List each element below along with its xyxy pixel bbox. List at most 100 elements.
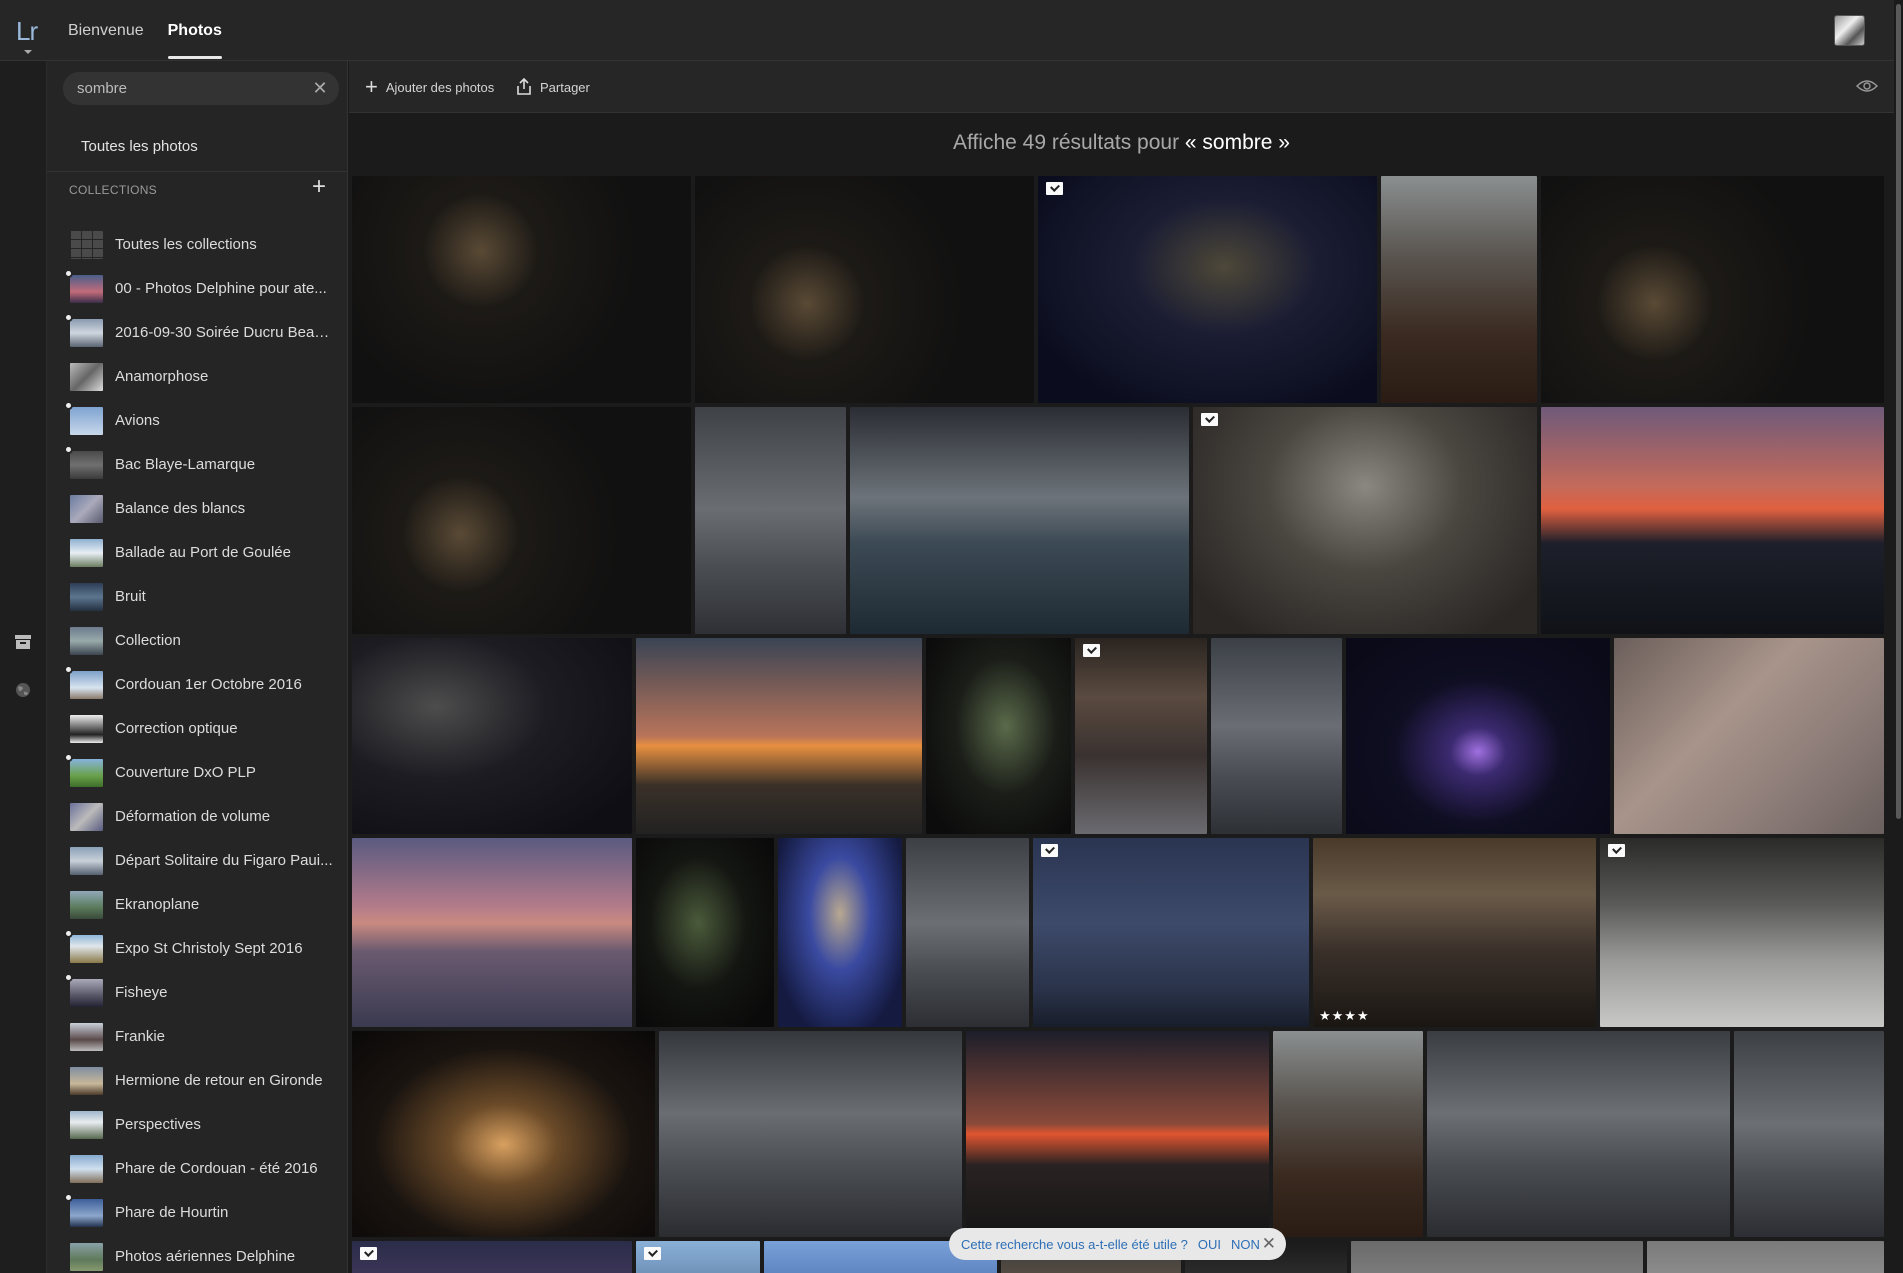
photo-chapel-window[interactable] bbox=[1075, 638, 1207, 834]
results-summary: Affiche 49 résultats pour « sombre » bbox=[349, 113, 1894, 176]
photo-castle-purple[interactable] bbox=[1346, 638, 1610, 834]
globe-icon[interactable] bbox=[14, 681, 32, 699]
pick-flag-icon[interactable] bbox=[360, 1247, 377, 1260]
photo-birthday-child[interactable] bbox=[352, 1031, 655, 1237]
photo-lighthouse-stairs[interactable] bbox=[1381, 176, 1537, 403]
close-icon[interactable]: ✕ bbox=[1262, 1234, 1276, 1254]
photo-city-sunset[interactable] bbox=[1541, 407, 1884, 634]
collection-item[interactable]: Bruit bbox=[47, 575, 347, 619]
pick-flag-icon[interactable] bbox=[1201, 413, 1218, 426]
collection-label: Toutes les collections bbox=[115, 236, 257, 253]
collection-item[interactable]: Déformation de volume bbox=[47, 795, 347, 839]
photo-table-candles[interactable] bbox=[1600, 838, 1884, 1027]
photo-stormy-sea[interactable] bbox=[850, 407, 1189, 634]
photo-cloudy-sky-2[interactable] bbox=[1211, 638, 1342, 834]
photo-lighthouse-lamp[interactable] bbox=[636, 638, 922, 834]
collection-thumbnail bbox=[70, 935, 103, 963]
photo-lighthouse-dusk[interactable] bbox=[1033, 838, 1309, 1027]
photo-cloudy-sky-1[interactable] bbox=[695, 407, 846, 634]
shared-badge-icon bbox=[64, 445, 73, 454]
collection-item[interactable]: Expo St Christoly Sept 2016 bbox=[47, 927, 347, 971]
archive-icon[interactable] bbox=[14, 633, 32, 651]
collection-label: Correction optique bbox=[115, 720, 238, 737]
collection-item[interactable]: Frankie bbox=[47, 1015, 347, 1059]
share-button[interactable]: Partager bbox=[516, 61, 590, 113]
nav-photos[interactable]: Photos bbox=[167, 0, 223, 61]
collection-item[interactable]: Couverture DxO PLP bbox=[47, 751, 347, 795]
feedback-yes-button[interactable]: OUI bbox=[1198, 1237, 1221, 1252]
collection-item[interactable]: 2016-09-30 Soirée Ducru Beau... bbox=[47, 311, 347, 355]
pick-flag-icon[interactable] bbox=[1046, 182, 1063, 195]
collection-item[interactable]: Perspectives bbox=[47, 1103, 347, 1147]
collection-item[interactable]: Cordouan 1er Octobre 2016 bbox=[47, 663, 347, 707]
pick-flag-icon[interactable] bbox=[644, 1247, 661, 1260]
collection-item[interactable]: Toutes les collections bbox=[47, 223, 347, 267]
photo-cloudy-sky-3[interactable] bbox=[906, 838, 1029, 1027]
collection-item[interactable]: Ballade au Port de Goulée bbox=[47, 531, 347, 575]
collection-label: Ballade au Port de Goulée bbox=[115, 544, 291, 561]
feedback-no-button[interactable]: NON bbox=[1231, 1237, 1260, 1252]
collection-thumbnail bbox=[70, 495, 103, 523]
collection-item[interactable]: Collection bbox=[47, 619, 347, 663]
clear-search-icon[interactable]: ✕ bbox=[311, 79, 329, 97]
photo-lighthouse-stairs-2[interactable] bbox=[1273, 1031, 1423, 1237]
photo-row6-6[interactable] bbox=[1351, 1241, 1643, 1273]
app-logo[interactable]: Lr bbox=[16, 16, 38, 47]
collection-label: Photos aériennes Delphine bbox=[115, 1248, 296, 1265]
user-avatar[interactable] bbox=[1834, 15, 1865, 46]
collection-item[interactable]: Anamorphose bbox=[47, 355, 347, 399]
photo-dark-room-3[interactable] bbox=[1541, 176, 1884, 403]
pick-flag-icon[interactable] bbox=[1083, 644, 1100, 657]
pick-flag-icon[interactable] bbox=[1041, 844, 1058, 857]
shared-badge-icon bbox=[64, 929, 73, 938]
photo-round-window[interactable] bbox=[1193, 407, 1537, 634]
search-input[interactable] bbox=[63, 72, 303, 105]
photo-cloudy-sky-6[interactable] bbox=[1734, 1031, 1884, 1237]
photo-dark-room-1[interactable] bbox=[352, 176, 691, 403]
photo-ekranoplane[interactable] bbox=[352, 638, 632, 834]
scrollbar-thumb[interactable] bbox=[1896, 4, 1901, 819]
collection-item[interactable]: 00 - Photos Delphine pour ate... bbox=[47, 267, 347, 311]
collection-item[interactable]: Fisheye bbox=[47, 971, 347, 1015]
nav-bienvenue[interactable]: Bienvenue bbox=[68, 0, 144, 61]
photo-dark-room-2[interactable] bbox=[695, 176, 1034, 403]
collection-item[interactable]: Photos aériennes Delphine bbox=[47, 1235, 347, 1273]
logo-menu-caret-icon[interactable] bbox=[24, 50, 32, 54]
pick-flag-icon[interactable] bbox=[1608, 844, 1625, 857]
photo-cloudy-sky-5[interactable] bbox=[1427, 1031, 1730, 1237]
photo-row6-2[interactable] bbox=[636, 1241, 760, 1273]
collection-item[interactable]: Hermione de retour en Gironde bbox=[47, 1059, 347, 1103]
photo-guitarist[interactable] bbox=[778, 838, 902, 1027]
results-query: « sombre » bbox=[1184, 131, 1290, 154]
collection-item[interactable]: Correction optique bbox=[47, 707, 347, 751]
photo-row6-7[interactable] bbox=[1647, 1241, 1884, 1273]
photo-cloudy-sky-4[interactable] bbox=[659, 1031, 962, 1237]
collection-thumbnail bbox=[70, 803, 103, 831]
collection-item[interactable]: Ekranoplane bbox=[47, 883, 347, 927]
add-collection-icon[interactable]: + bbox=[312, 175, 326, 199]
share-icon bbox=[517, 78, 531, 95]
collection-item[interactable]: Phare de Cordouan - été 2016 bbox=[47, 1147, 347, 1191]
collection-thumbnail bbox=[70, 627, 103, 655]
main-toolbar: + Ajouter des photos Partager bbox=[349, 61, 1894, 113]
collection-item[interactable]: Départ Solitaire du Figaro Paui... bbox=[47, 839, 347, 883]
photo-dark-room-4[interactable] bbox=[352, 407, 691, 634]
photo-candles-dinner[interactable] bbox=[1038, 176, 1377, 403]
photo-night-garden-1[interactable] bbox=[926, 638, 1071, 834]
collection-label: Couverture DxO PLP bbox=[115, 764, 256, 781]
collection-item[interactable]: Phare de Hourtin bbox=[47, 1191, 347, 1235]
photo-hall-windows[interactable]: ★★★★ bbox=[1313, 838, 1596, 1027]
photo-silhouettes-sunset[interactable] bbox=[966, 1031, 1269, 1237]
photo-night-garden-2[interactable] bbox=[636, 838, 774, 1027]
collections-list: Toutes les collections 00 - Photos Delphi… bbox=[47, 223, 347, 1273]
view-options-eye-icon[interactable] bbox=[1856, 79, 1878, 93]
collection-label: Cordouan 1er Octobre 2016 bbox=[115, 676, 302, 693]
add-photos-button[interactable]: + Ajouter des photos bbox=[365, 61, 494, 113]
collection-item[interactable]: Balance des blancs bbox=[47, 487, 347, 531]
photo-pink-sunset[interactable] bbox=[352, 838, 632, 1027]
all-photos-item[interactable]: Toutes les photos bbox=[47, 122, 347, 172]
collection-item[interactable]: Bac Blaye-Lamarque bbox=[47, 443, 347, 487]
collection-item[interactable]: Avions bbox=[47, 399, 347, 443]
photo-row6-1[interactable] bbox=[352, 1241, 632, 1273]
photo-pool-palm[interactable] bbox=[1614, 638, 1884, 834]
